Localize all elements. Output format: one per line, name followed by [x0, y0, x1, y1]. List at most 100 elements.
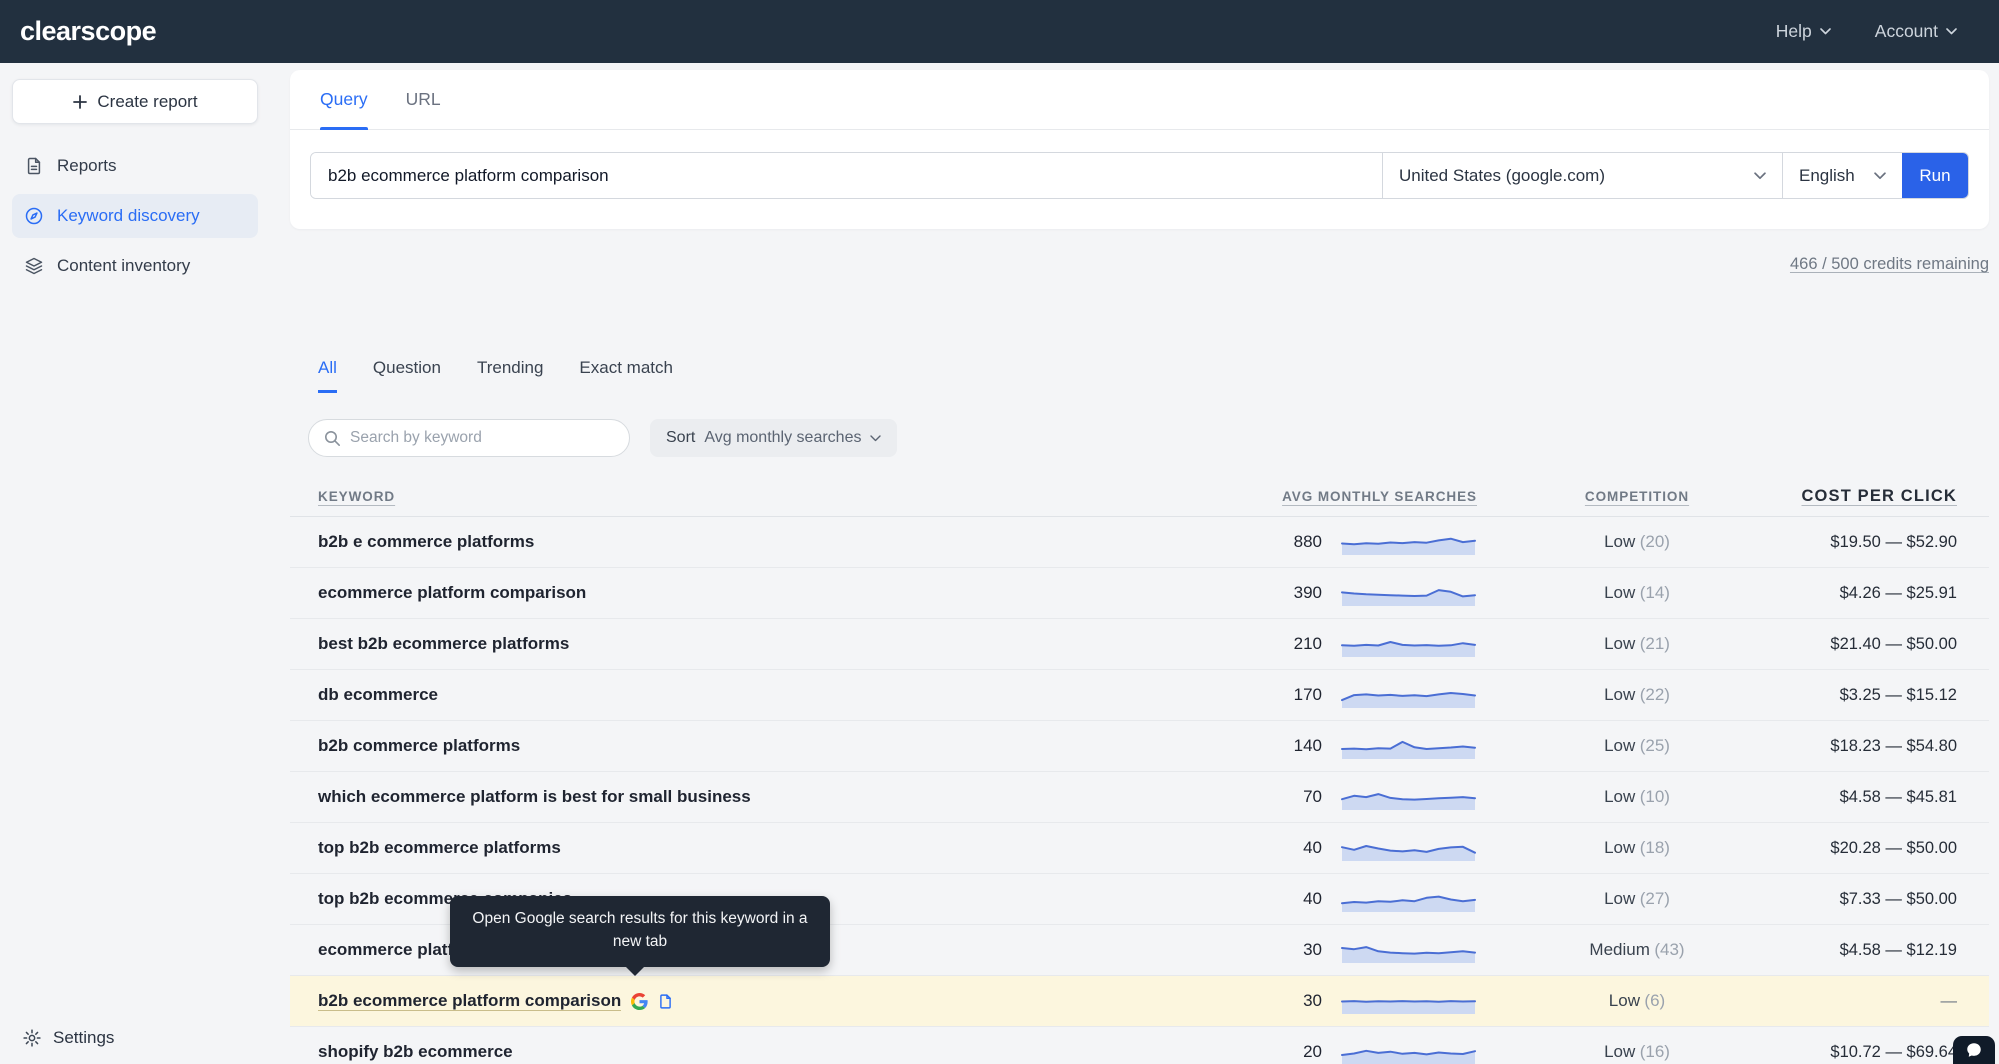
competition-count: (25) — [1639, 736, 1670, 755]
avg-monthly-searches-value: 70 — [1303, 787, 1322, 806]
table-row[interactable]: which ecommerce platform is best for sma… — [290, 772, 1989, 823]
trend-sparkline — [1340, 1037, 1477, 1064]
table-row[interactable]: b2b ecommerce platform comparison 30 Low… — [290, 976, 1989, 1027]
competition-count: (6) — [1644, 991, 1666, 1010]
keyword-table-header: Keyword Avg monthly searches Competition… — [290, 487, 1989, 517]
trend-sparkline — [1340, 731, 1477, 761]
country-select[interactable]: United States (google.com) — [1382, 153, 1782, 198]
cost-per-click-value: $7.33 — $50.00 — [1839, 889, 1957, 908]
competition-value: Low — [1604, 787, 1636, 806]
tab-url[interactable]: URL — [406, 70, 441, 129]
tab-query[interactable]: Query — [320, 70, 368, 130]
competition-count: (21) — [1639, 634, 1670, 653]
column-header-cost-per-click[interactable]: Cost per click — [1797, 487, 1957, 506]
compass-icon — [24, 206, 44, 226]
competition-value: Low — [1608, 991, 1640, 1010]
competition-value: Low — [1604, 1042, 1636, 1061]
gear-icon — [22, 1028, 42, 1048]
sidebar-item-content-inventory[interactable]: Content inventory — [12, 244, 258, 288]
keyword-text[interactable]: ecommerce platform comparison — [318, 583, 586, 603]
credits-remaining: 466 / 500 credits remaining — [1789, 255, 1989, 273]
clearscope-logo[interactable]: clearscope — [20, 16, 157, 47]
sort-dropdown[interactable]: Sort Avg monthly searches — [650, 419, 898, 457]
table-row[interactable]: ecommerce platform comparison 390 Low (1… — [290, 568, 1989, 619]
query-input[interactable] — [311, 153, 1382, 198]
tab-question[interactable]: Question — [373, 358, 441, 393]
chat-widget-button[interactable] — [1953, 1036, 1995, 1064]
create-report-label: Create report — [97, 91, 198, 111]
avg-monthly-searches-value: 210 — [1293, 634, 1322, 653]
competition-value: Low — [1604, 685, 1636, 704]
table-row[interactable]: best b2b ecommerce platforms 210 Low (21… — [290, 619, 1989, 670]
competition-count: (27) — [1639, 889, 1670, 908]
cost-per-click-value: $4.26 — $25.91 — [1839, 583, 1957, 602]
trend-sparkline — [1340, 986, 1477, 1016]
competition-count: (10) — [1639, 787, 1670, 806]
keyword-text[interactable]: top b2b ecommerce platforms — [318, 838, 561, 858]
avg-monthly-searches-value: 40 — [1303, 889, 1322, 908]
run-button[interactable]: Run — [1902, 153, 1968, 198]
table-row[interactable]: top b2b ecommerce platforms 40 Low (18) … — [290, 823, 1989, 874]
chevron-down-icon — [1946, 28, 1957, 35]
trend-sparkline — [1340, 680, 1477, 710]
topbar: clearscope Help Account — [0, 0, 1999, 63]
keyword-text[interactable]: best b2b ecommerce platforms — [318, 634, 569, 654]
tab-exact-match[interactable]: Exact match — [579, 358, 673, 393]
help-menu-label: Help — [1775, 21, 1812, 41]
avg-monthly-searches-value: 30 — [1303, 940, 1322, 959]
competition-value: Low — [1604, 889, 1636, 908]
cost-per-click-value: $3.25 — $15.12 — [1839, 685, 1957, 704]
trend-sparkline — [1340, 935, 1477, 965]
avg-monthly-searches-value: 20 — [1303, 1042, 1322, 1061]
keyword-text[interactable]: b2b ecommerce platform comparison — [318, 991, 621, 1011]
competition-value: Low — [1604, 736, 1636, 755]
sidebar-item-keyword-discovery[interactable]: Keyword discovery — [12, 194, 258, 238]
column-header-keyword[interactable]: Keyword — [318, 489, 1232, 504]
keyword-search-box — [308, 419, 630, 457]
keyword-text[interactable]: db ecommerce — [318, 685, 438, 705]
layers-icon — [24, 256, 44, 276]
plus-icon — [73, 94, 88, 109]
keyword-text[interactable]: b2b commerce platforms — [318, 736, 520, 756]
table-row[interactable]: shopify b2b ecommerce 20 Low (16) $10.72… — [290, 1027, 1989, 1064]
create-report-button[interactable]: Create report — [12, 79, 258, 124]
country-select-value: United States (google.com) — [1399, 165, 1605, 185]
cost-per-click-value: $19.50 — $52.90 — [1830, 532, 1957, 551]
avg-monthly-searches-value: 170 — [1293, 685, 1322, 704]
table-row[interactable]: b2b e commerce platforms 880 Low (20) $1… — [290, 517, 1989, 568]
cost-per-click-value: $4.58 — $45.81 — [1839, 787, 1957, 806]
keyword-search-input[interactable] — [350, 429, 614, 447]
chevron-down-icon — [1874, 171, 1886, 179]
tab-trending[interactable]: Trending — [477, 358, 543, 393]
sidebar-item-reports[interactable]: Reports — [12, 144, 258, 188]
keyword-text[interactable]: b2b e commerce platforms — [318, 532, 534, 552]
cost-per-click-value: $10.72 — $69.64 — [1830, 1042, 1957, 1061]
cost-per-click-value: $20.28 — $50.00 — [1830, 838, 1957, 857]
column-header-competition[interactable]: Competition — [1477, 489, 1797, 504]
language-select[interactable]: English — [1782, 153, 1902, 198]
table-row[interactable]: db ecommerce 170 Low (22) $3.25 — $15.12 — [290, 670, 1989, 721]
chat-bubble-icon — [1967, 1043, 1981, 1057]
account-menu[interactable]: Account — [1875, 21, 1957, 42]
sidebar: Create report Reports Keyword discovery … — [0, 63, 270, 1064]
query-card-tabs: Query URL — [290, 70, 1989, 130]
google-search-icon[interactable] — [631, 992, 648, 1010]
keyword-text[interactable]: which ecommerce platform is best for sma… — [318, 787, 751, 807]
column-header-avg-monthly-searches[interactable]: Avg monthly searches — [1232, 489, 1477, 504]
open-report-doc-icon[interactable] — [657, 993, 674, 1010]
tab-all[interactable]: All — [318, 358, 337, 393]
language-select-value: English — [1799, 165, 1855, 185]
keyword-table-rows: b2b e commerce platforms 880 Low (20) $1… — [290, 517, 1989, 1064]
google-search-tooltip: Open Google search results for this keyw… — [450, 896, 830, 975]
help-menu[interactable]: Help — [1776, 21, 1831, 42]
trend-sparkline — [1340, 782, 1477, 812]
competition-count: (22) — [1639, 685, 1670, 704]
sidebar-item-settings[interactable]: Settings — [22, 1028, 114, 1048]
avg-monthly-searches-value: 390 — [1293, 583, 1322, 602]
keyword-text[interactable]: shopify b2b ecommerce — [318, 1042, 513, 1062]
table-row[interactable]: b2b commerce platforms 140 Low (25) $18.… — [290, 721, 1989, 772]
competition-value: Low — [1604, 532, 1636, 551]
competition-count: (18) — [1639, 838, 1670, 857]
result-filter-tabs: All Question Trending Exact match — [318, 358, 1989, 393]
trend-sparkline — [1340, 578, 1477, 608]
